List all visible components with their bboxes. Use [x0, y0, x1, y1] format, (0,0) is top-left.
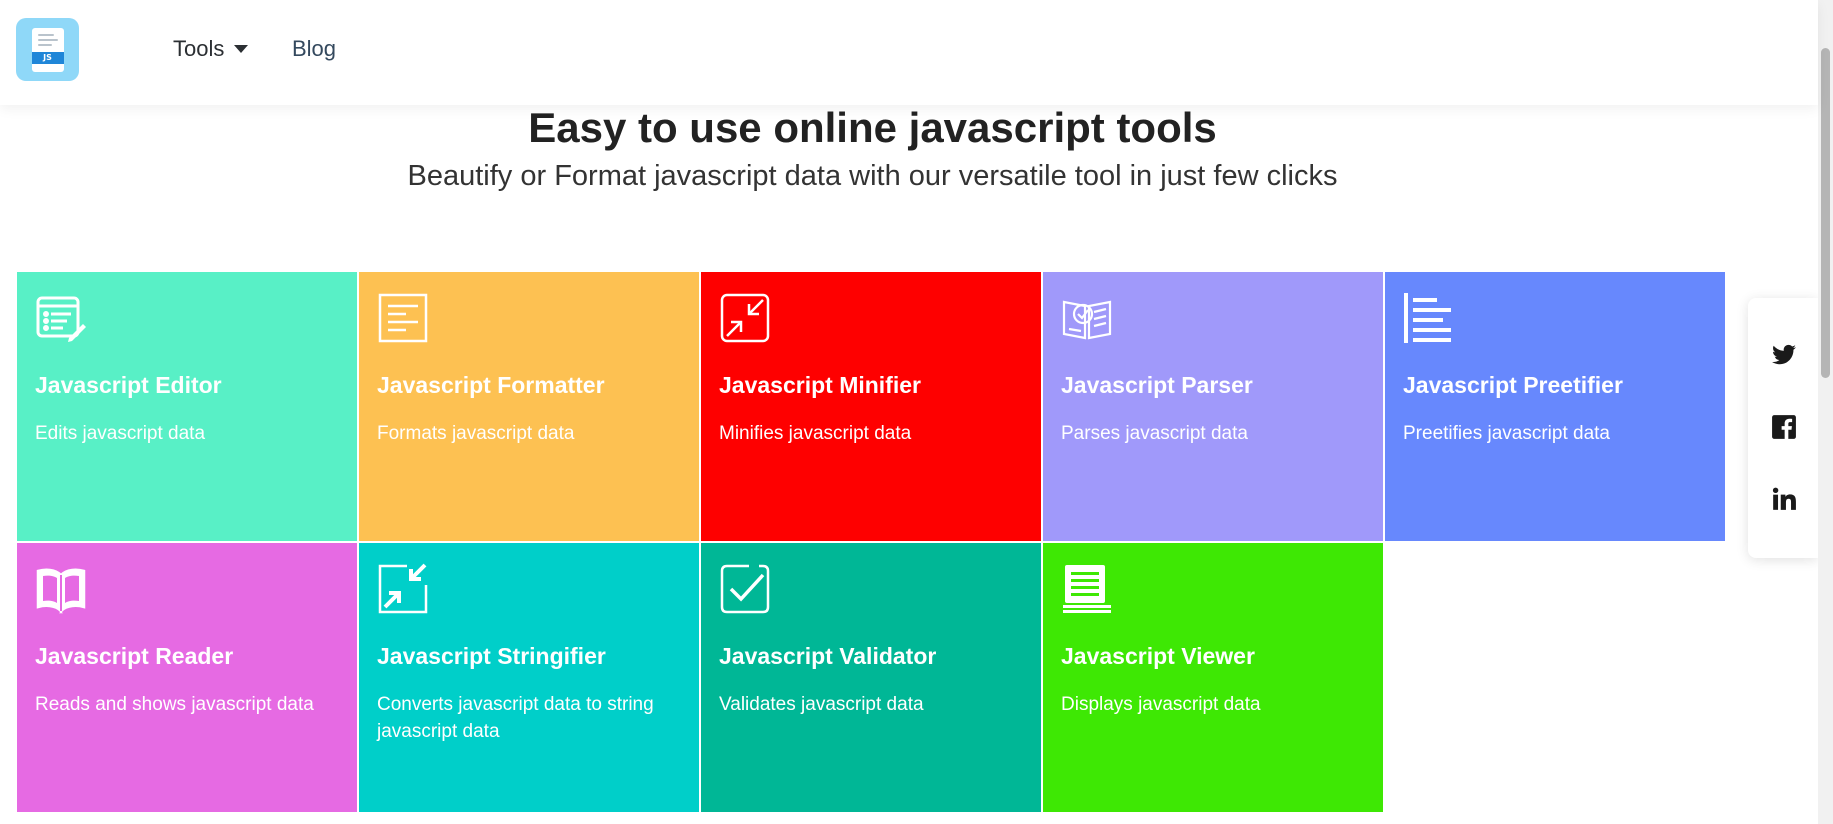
facebook-icon[interactable] [1771, 414, 1797, 440]
social-share-bar [1748, 298, 1818, 558]
tool-title: Javascript Reader [35, 643, 234, 669]
tool-title: Javascript Formatter [377, 372, 605, 398]
minimize-arrows-icon [719, 292, 771, 344]
nav-tools-label: Tools [173, 36, 225, 61]
tool-card-stringifier[interactable]: Javascript Stringifier Converts javascri… [359, 543, 699, 812]
tool-title: Javascript Parser [1061, 372, 1253, 398]
tool-description: Formats javascript data [377, 423, 575, 444]
tool-description: Reads and shows javascript data [35, 694, 314, 715]
tool-description: Minifies javascript data [719, 423, 912, 444]
compress-arrows-icon [377, 563, 429, 615]
tool-title: Javascript Minifier [719, 372, 921, 398]
tool-description: Parses javascript data [1061, 423, 1248, 444]
checkbox-icon [719, 563, 771, 615]
document-lines-icon [377, 292, 429, 344]
tool-card-parser[interactable]: Javascript Parser Parses javascript data [1043, 272, 1383, 541]
tool-card-viewer[interactable]: Javascript Viewer Displays javascript da… [1043, 543, 1383, 812]
navbar: JS Tools Blog [0, 0, 1818, 105]
open-book-icon [35, 563, 87, 615]
tool-card-preetifier[interactable]: Javascript Preetifier Preetifies javascr… [1385, 272, 1725, 541]
page-scrollbar[interactable] [1818, 0, 1833, 824]
align-left-icon [1403, 292, 1455, 344]
tool-description: Displays javascript data [1061, 694, 1261, 715]
tool-card-validator[interactable]: Javascript Validator Validates javascrip… [701, 543, 1041, 812]
twitter-icon[interactable] [1771, 342, 1797, 368]
document-stack-icon [1061, 563, 1113, 615]
tool-description: Converts javascript data to string javas… [377, 694, 654, 742]
logo-document-icon: JS [31, 27, 64, 72]
nav-blog-link[interactable]: Blog [292, 36, 336, 62]
page-subtitle: Beautify or Format javascript data with … [407, 160, 1338, 192]
scrollbar-thumb[interactable] [1821, 48, 1830, 378]
tool-description: Validates javascript data [719, 694, 924, 715]
logo-badge: JS [31, 51, 64, 64]
nav-blog-label: Blog [292, 36, 337, 61]
list-edit-icon [35, 292, 87, 344]
tools-grid: Javascript Editor Edits javascript data … [17, 272, 1727, 812]
tool-title: Javascript Viewer [1061, 643, 1255, 669]
tool-title: Javascript Validator [719, 643, 937, 669]
tool-card-editor[interactable]: Javascript Editor Edits javascript data [17, 272, 357, 541]
tool-card-minifier[interactable]: Javascript Minifier Minifies javascript … [701, 272, 1041, 541]
linkedin-icon[interactable] [1771, 486, 1797, 512]
tool-description: Edits javascript data [35, 423, 206, 444]
book-check-icon [1061, 292, 1113, 344]
caret-down-icon [234, 45, 249, 53]
tool-title: Javascript Stringifier [377, 643, 606, 669]
tool-card-formatter[interactable]: Javascript Formatter Formats javascript … [359, 272, 699, 541]
site-logo[interactable]: JS [16, 18, 79, 81]
nav-tools-dropdown[interactable]: Tools [173, 36, 249, 62]
tool-card-reader[interactable]: Javascript Reader Reads and shows javasc… [17, 543, 357, 812]
tool-title: Javascript Preetifier [1403, 372, 1623, 398]
page-title: Easy to use online javascript tools [528, 104, 1217, 151]
tool-title: Javascript Editor [35, 372, 222, 398]
tool-description: Preetifies javascript data [1403, 423, 1610, 444]
